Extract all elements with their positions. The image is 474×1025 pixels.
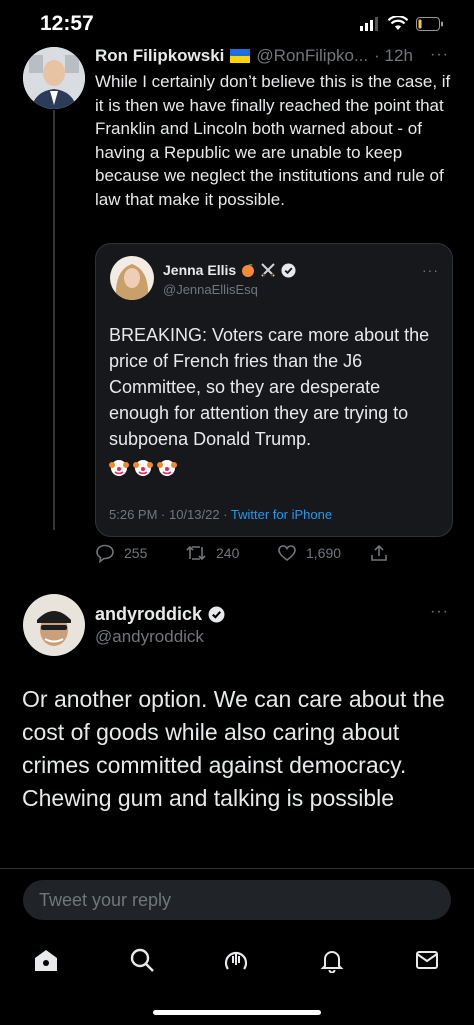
parent-tweet-text: While I certainly don’t believe this is … <box>95 72 451 209</box>
retweet-count: 240 <box>216 545 240 561</box>
main-tweet-text: Or another option. We can care about the… <box>22 686 445 811</box>
thread-line <box>53 110 55 530</box>
main-more-icon[interactable]: ··· <box>430 603 449 621</box>
main-author-handle[interactable]: @andyroddick <box>95 627 204 647</box>
quoted-author-handle[interactable]: @JennaEllisEsq <box>163 282 258 297</box>
andy-avatar[interactable] <box>23 594 85 656</box>
like-count: 1,690 <box>306 545 342 561</box>
parent-author-handle[interactable]: @RonFilipko... <box>256 46 368 66</box>
parent-author-name[interactable]: Ron Filipkowski <box>95 46 224 66</box>
tweet-actions: 255 240 1,690 <box>95 543 395 567</box>
quoted-tweet-header: Jenna Ellis <box>163 262 296 278</box>
quoted-timestamp: 5:26 PM · 10/13/22 · <box>109 507 228 522</box>
clown-face-icon <box>109 460 129 476</box>
tab-messages[interactable] <box>407 940 447 980</box>
crossed-swords-emoji-icon <box>261 263 275 277</box>
bottom-tab-bar <box>0 940 474 980</box>
parent-tweet-header: Ron Filipkowski @RonFilipko... · 12h <box>95 46 413 66</box>
jenna-avatar[interactable] <box>110 256 154 300</box>
reply-box[interactable] <box>23 880 451 920</box>
reply-divider <box>0 868 474 869</box>
notifications-icon <box>320 951 344 973</box>
verified-badge-icon <box>281 262 296 278</box>
heart-icon <box>278 545 296 562</box>
spaces-icon <box>224 951 248 970</box>
status-time: 12:57 <box>40 12 94 35</box>
reply-action[interactable]: 255 <box>95 543 147 563</box>
search-icon <box>130 948 154 972</box>
home-indicator <box>153 1010 321 1015</box>
peach-emoji-icon <box>242 264 255 277</box>
tab-home[interactable] <box>26 940 66 980</box>
clown-face-icon <box>133 460 153 476</box>
share-icon <box>371 544 387 561</box>
main-author-name[interactable]: andyroddick <box>95 604 202 625</box>
retweet-action[interactable]: 240 <box>185 543 239 563</box>
battery-icon <box>416 16 443 31</box>
messages-icon <box>416 951 438 969</box>
wifi-icon <box>388 16 408 30</box>
parent-more-icon[interactable]: ··· <box>430 46 449 64</box>
reply-icon <box>96 544 114 563</box>
tab-search[interactable] <box>122 940 162 980</box>
parent-time: · 12h <box>374 46 413 65</box>
signal-icon <box>360 16 378 31</box>
ukraine-flag-icon <box>230 49 251 63</box>
quoted-more-icon[interactable]: ··· <box>422 262 439 278</box>
verified-badge-icon <box>208 606 225 623</box>
tab-spaces[interactable] <box>216 940 256 980</box>
main-tweet-header: andyroddick <box>95 604 225 625</box>
ron-avatar[interactable] <box>23 47 85 109</box>
clown-face-icon <box>157 460 177 476</box>
reply-count: 255 <box>124 545 148 561</box>
status-icons <box>360 16 444 31</box>
reply-input[interactable] <box>37 888 441 912</box>
retweet-icon <box>186 545 206 561</box>
share-action[interactable] <box>369 543 389 563</box>
quoted-source-link[interactable]: Twitter for iPhone <box>231 507 332 522</box>
quoted-author-name[interactable]: Jenna Ellis <box>163 262 236 278</box>
quoted-tweet-meta: 5:26 PM · 10/13/22 · Twitter for iPhone <box>109 507 332 522</box>
like-action[interactable]: 1,690 <box>277 543 341 563</box>
quoted-tweet-text: BREAKING: Voters care more about the pri… <box>109 325 430 449</box>
clown-emojis <box>109 458 177 478</box>
home-icon <box>35 950 57 971</box>
tab-notifications[interactable] <box>312 940 352 980</box>
